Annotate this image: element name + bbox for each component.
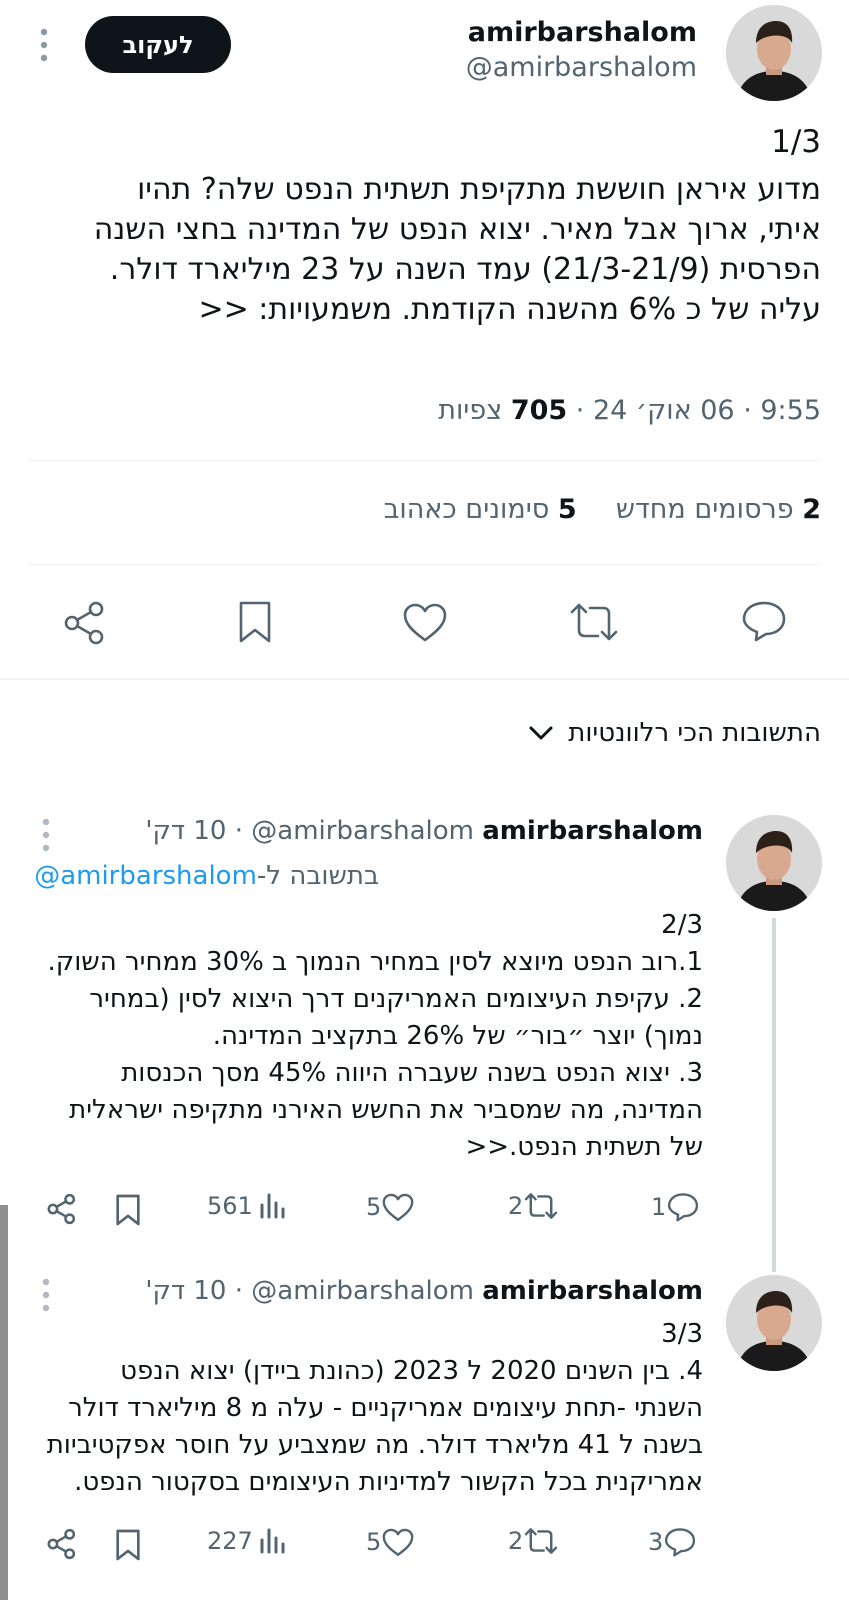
share-icon[interactable]	[62, 600, 108, 646]
divider	[28, 460, 821, 461]
share-icon[interactable]	[46, 1193, 78, 1225]
author-name[interactable]: amirbarshalom	[482, 816, 703, 846]
reply-line: בשנה ל 41 מליארד דולר. מה שמצביע על חוסר…	[46, 1430, 703, 1460]
tweet-line: עליה של כ 6% מהשנה הקודמת. משמעויות: <<	[198, 292, 821, 327]
reply-count: 3	[648, 1528, 664, 1556]
reply-text: 1.רוב הנפט מיוצא לסין במחיר הנמוך ב 30% …	[23, 944, 704, 1166]
engagement-stats: 2 פרסומים מחדש 5 סימונים כאהוב	[384, 494, 821, 525]
like-icon	[381, 1191, 415, 1223]
more-options-icon[interactable]	[38, 28, 50, 62]
likes-stat[interactable]: 5 סימונים כאהוב	[384, 494, 577, 525]
repost-icon	[523, 1191, 559, 1221]
thread-line	[772, 918, 776, 1272]
reply-time[interactable]: · 10 דק'	[145, 1276, 243, 1306]
reply-line: 2. עקיפת העיצומים האמריקנים דרך היצוא לס…	[89, 984, 703, 1014]
replying-to: בתשובה ל-@amirbarshalom	[34, 861, 379, 891]
tweet-line: הפרסית (21/3-21/9) עמד השנה על 23 מיליאר…	[109, 252, 821, 287]
reply-line: 3. יצוא הנפט בשנה שעברה היווה 45% מסך הכ…	[121, 1058, 703, 1088]
chevron-down-icon	[528, 724, 554, 742]
replies-sort-dropdown[interactable]: התשובות הכי רלוונטיות	[528, 718, 821, 748]
profile-photo-icon	[726, 1275, 822, 1371]
repost-icon	[523, 1526, 559, 1556]
like-icon[interactable]	[401, 600, 449, 644]
views-action[interactable]: 227	[207, 1526, 287, 1556]
author-handle[interactable]: @amirbarshalom	[251, 816, 474, 846]
reposts-stat[interactable]: 2 פרסומים מחדש	[616, 494, 821, 525]
scrollbar[interactable]	[0, 1205, 8, 1600]
reply-line: השנתי -תחת עיצומים אמריקניים - עלה מ 8 מ…	[68, 1393, 703, 1423]
thread-numbering: 3/3	[661, 1319, 703, 1349]
reply-line: 1.רוב הנפט מיוצא לסין במחיר הנמוך ב 30% …	[47, 947, 704, 977]
tweet-line: איתי, ארוך אבל מאיר. יצוא הנפט של המדינה…	[93, 212, 821, 247]
repost-icon[interactable]	[568, 600, 620, 644]
reply-action[interactable]: 1	[651, 1191, 700, 1223]
author-name[interactable]: amirbarshalom	[482, 1276, 703, 1306]
reply-line: 4. בין השנים 2020 ל 2023 (כהונת ביידן) י…	[120, 1356, 703, 1386]
reply-header: · 10 דק' @amirbarshalom amirbarshalom	[145, 1276, 703, 1306]
reply-line: של תשתית הנפט.<<	[465, 1132, 703, 1162]
like-icon	[381, 1526, 415, 1558]
reply-icon	[666, 1191, 700, 1223]
reply-line: המדינה, מה שמסביר את החשש האירני מתקיפה …	[69, 1095, 703, 1125]
bookmark-icon[interactable]	[114, 1193, 142, 1227]
like-action[interactable]: 5	[366, 1191, 415, 1223]
divider	[28, 564, 821, 565]
reply-action[interactable]: 3	[648, 1526, 697, 1558]
views-count: 705	[510, 395, 568, 426]
section-divider	[0, 678, 849, 680]
reply-header: · 10 דק' @amirbarshalom amirbarshalom	[145, 816, 703, 846]
reply-icon[interactable]	[740, 598, 788, 644]
avatar[interactable]	[726, 1275, 822, 1371]
reply-line: אמריקנית בכל הקשור למדיניות העיצומים בסק…	[74, 1467, 703, 1497]
tweet-line: מדוע איראן חוששת מתקיפת תשתית הנפט שלה? …	[137, 172, 821, 207]
reply-text: 4. בין השנים 2020 ל 2023 (כהונת ביידן) י…	[23, 1353, 703, 1501]
author-handle[interactable]: @amirbarshalom	[251, 1276, 474, 1306]
tweet-timestamp[interactable]: 9:55 · 06 אוק׳ 24 ·	[567, 395, 821, 426]
thread-numbering: 2/3	[661, 910, 703, 940]
like-count: 5	[366, 1528, 382, 1556]
bookmark-icon[interactable]	[236, 599, 274, 645]
analytics-icon	[257, 1526, 287, 1556]
bookmark-icon[interactable]	[114, 1528, 142, 1562]
profile-photo-icon	[726, 5, 822, 101]
tweet-meta: 9:55 · 06 אוק׳ 24 · 705 צפיות	[438, 395, 821, 426]
reposts-count: 2	[802, 494, 821, 525]
follow-button[interactable]: לעקוב	[85, 16, 231, 73]
repost-action[interactable]: 2	[508, 1526, 559, 1556]
more-options-icon[interactable]	[40, 1278, 52, 1312]
author-handle[interactable]: @amirbarshalom	[466, 52, 697, 83]
views-count: 227	[207, 1527, 253, 1555]
reply-icon	[663, 1526, 697, 1558]
views-label: צפיות	[438, 395, 511, 426]
like-action[interactable]: 5	[366, 1526, 415, 1558]
likes-count: 5	[557, 494, 577, 525]
repost-action[interactable]: 2	[508, 1191, 559, 1221]
replies-sort-label: התשובות הכי רלוונטיות	[568, 718, 821, 748]
profile-photo-icon	[726, 815, 822, 911]
author-name[interactable]: amirbarshalom	[468, 17, 697, 48]
like-count: 5	[366, 1193, 382, 1221]
avatar[interactable]	[726, 5, 822, 101]
thread-numbering: 1/3	[771, 124, 821, 160]
views-action[interactable]: 561	[207, 1191, 287, 1221]
reply-count: 1	[651, 1193, 667, 1221]
reposts-label: פרסומים מחדש	[615, 494, 794, 525]
share-icon[interactable]	[46, 1528, 78, 1560]
reply-time[interactable]: · 10 דק'	[145, 816, 243, 846]
replying-to-prefix: בתשובה ל-	[256, 861, 379, 891]
avatar[interactable]	[726, 815, 822, 911]
reply-line: נמוך) יוצר ״בור״ של 26% בתקציב המדינה.	[212, 1021, 703, 1051]
repost-count: 2	[508, 1192, 524, 1220]
views-count: 561	[207, 1192, 253, 1220]
analytics-icon	[257, 1191, 287, 1221]
likes-label: סימונים כאהוב	[383, 494, 550, 525]
repost-count: 2	[508, 1527, 524, 1555]
tweet-text: מדוע איראן חוששת מתקיפת תשתית הנפט שלה? …	[21, 170, 821, 330]
replying-to-link[interactable]: @amirbarshalom	[34, 861, 257, 891]
more-options-icon[interactable]	[40, 818, 52, 852]
